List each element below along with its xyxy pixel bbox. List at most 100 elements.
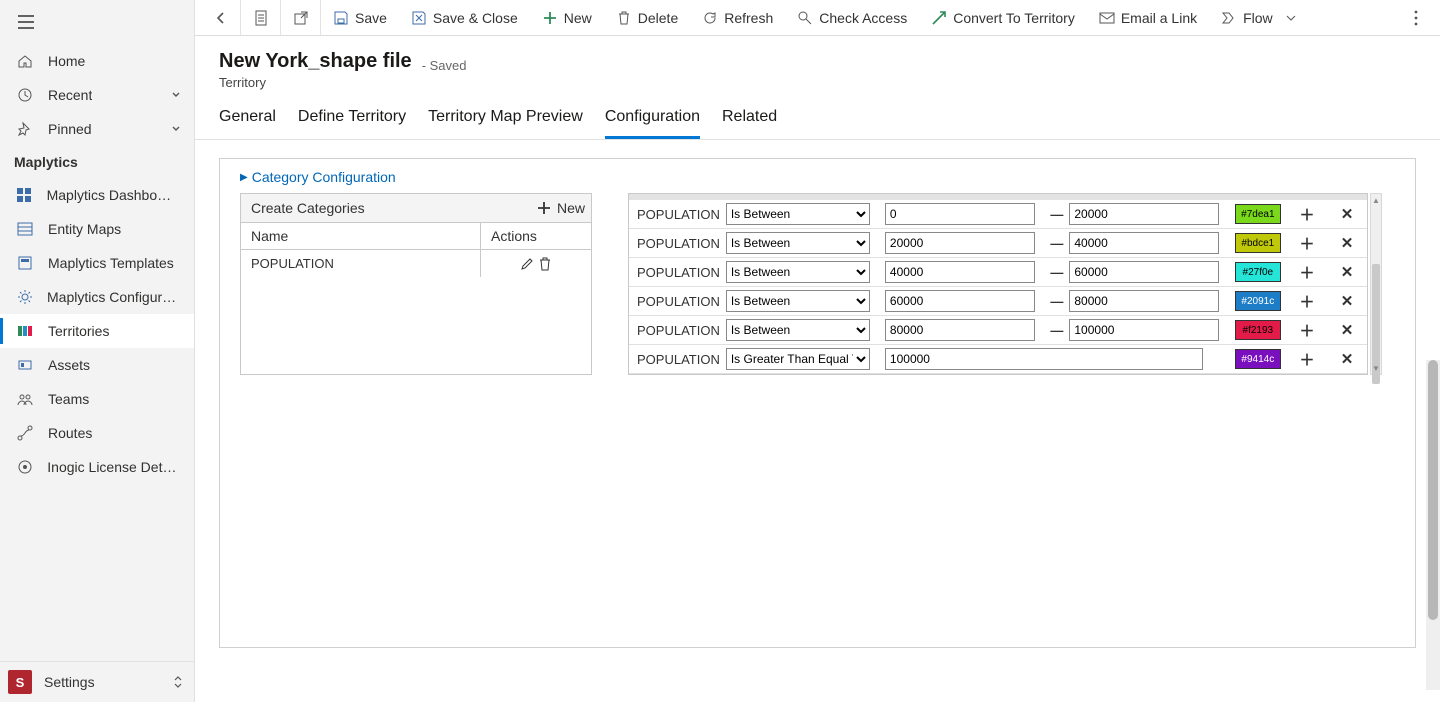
sidebar-item-entity-maps[interactable]: Entity Maps [0, 212, 194, 246]
email-link-button[interactable]: Email a Link [1087, 0, 1209, 35]
tab-related[interactable]: Related [722, 108, 777, 139]
remove-rule-button[interactable]: ✕ [1327, 194, 1367, 229]
delete-category-button[interactable] [538, 257, 552, 271]
tab-territory-map-preview[interactable]: Territory Map Preview [428, 108, 583, 139]
refresh-icon [702, 10, 718, 26]
page-scrollbar[interactable] [1426, 360, 1440, 690]
rule-row: POPULATIONIs Between—#27f0e＋✕ [629, 258, 1367, 287]
sidebar-item-territories[interactable]: Territories [0, 314, 194, 348]
add-rule-button[interactable]: ＋ [1287, 316, 1327, 345]
dash-icon: — [1047, 229, 1066, 258]
rules-scrollbar[interactable]: ▲ ▼ [1370, 193, 1382, 375]
new-button[interactable]: New [530, 0, 604, 35]
sidebar-item-recent[interactable]: Recent [0, 78, 194, 112]
add-rule-button[interactable]: ＋ [1287, 287, 1327, 316]
save-close-button[interactable]: Save & Close [399, 0, 530, 35]
rule-operator-select[interactable]: Is Greater Than Equal To [726, 348, 870, 370]
sidebar-item-assets[interactable]: Assets [0, 348, 194, 382]
record-title: New York_shape file [219, 50, 412, 73]
rule-row: POPULATIONIs Between—#7dea1＋✕ [629, 194, 1367, 229]
sidebar-item-label: Territories [48, 323, 109, 339]
convert-territory-button[interactable]: Convert To Territory [919, 0, 1087, 35]
remove-rule-button[interactable]: ✕ [1327, 229, 1367, 258]
sidebar-item-maplytics-configurat-[interactable]: Maplytics Configurat... [0, 280, 194, 314]
chevron-down-icon [1283, 10, 1299, 26]
tab-general[interactable]: General [219, 108, 276, 139]
chevron-down-icon [170, 123, 182, 135]
sidebar-item-inogic-license-details[interactable]: Inogic License Details [0, 450, 194, 484]
add-rule-button[interactable]: ＋ [1287, 229, 1327, 258]
tab-define-territory[interactable]: Define Territory [298, 108, 406, 139]
sidebar-item-maplytics-templates[interactable]: Maplytics Templates [0, 246, 194, 280]
delete-button[interactable]: Delete [604, 0, 690, 35]
flow-button[interactable]: Flow [1209, 0, 1311, 35]
add-rule-button[interactable]: ＋ [1287, 258, 1327, 287]
rule-color-chip[interactable]: #f2193 [1235, 320, 1281, 340]
rule-from-input[interactable] [885, 319, 1035, 341]
email-link-label: Email a Link [1121, 10, 1197, 26]
hamburger-button[interactable] [0, 0, 194, 44]
rule-color-chip[interactable]: #7dea1 [1235, 204, 1281, 224]
rule-row: POPULATIONIs Between—#f2193＋✕ [629, 316, 1367, 345]
save-close-icon [411, 10, 427, 26]
rule-row: POPULATIONIs Between—#2091c＋✕ [629, 287, 1367, 316]
new-category-button[interactable]: New [537, 200, 585, 216]
rule-operator-select[interactable]: Is Between [726, 319, 870, 341]
rule-to-input[interactable] [1069, 232, 1219, 254]
rule-operator-select[interactable]: Is Between [726, 290, 870, 312]
rules-table: POPULATIONIs Between—#7dea1＋✕POPULATIONI… [628, 193, 1368, 375]
rule-from-input[interactable] [885, 232, 1035, 254]
rule-color-chip[interactable]: #9414c [1235, 349, 1281, 369]
rule-operator-select[interactable]: Is Between [726, 232, 870, 254]
refresh-button[interactable]: Refresh [690, 0, 785, 35]
plus-icon [537, 201, 551, 215]
sidebar-item-teams[interactable]: Teams [0, 382, 194, 416]
category-configuration-header[interactable]: ▶ Category Configuration [240, 169, 1415, 185]
remove-rule-button[interactable]: ✕ [1327, 258, 1367, 287]
settings-label: Settings [44, 674, 95, 690]
record-status: - Saved [422, 58, 467, 73]
scroll-down-icon: ▼ [1371, 362, 1381, 374]
settings-area-switcher[interactable]: S Settings [0, 661, 194, 702]
sidebar-item-routes[interactable]: Routes [0, 416, 194, 450]
rule-value-input[interactable] [885, 348, 1203, 370]
trash-icon [616, 10, 632, 26]
add-rule-button[interactable]: ＋ [1287, 345, 1327, 374]
rule-color-chip[interactable]: #2091c [1235, 291, 1281, 311]
rule-to-input[interactable] [1069, 290, 1219, 312]
rule-color-chip[interactable]: #bdce1 [1235, 233, 1281, 253]
page-scroll-thumb[interactable] [1428, 360, 1438, 620]
list-icon [16, 220, 34, 238]
rule-color-chip[interactable]: #27f0e [1235, 262, 1281, 282]
remove-rule-button[interactable]: ✕ [1327, 316, 1367, 345]
delete-label: Delete [638, 10, 678, 26]
rule-operator-select[interactable]: Is Between [726, 261, 870, 283]
sidebar-item-pinned[interactable]: Pinned [0, 112, 194, 146]
rule-from-input[interactable] [885, 261, 1035, 283]
rule-to-input[interactable] [1069, 319, 1219, 341]
rule-from-input[interactable] [885, 290, 1035, 312]
menu-icon [16, 12, 36, 32]
check-access-button[interactable]: Check Access [785, 0, 919, 35]
rule-to-input[interactable] [1069, 203, 1219, 225]
rule-to-input[interactable] [1069, 261, 1219, 283]
sidebar-item-label: Recent [48, 87, 92, 103]
overflow-button[interactable] [1398, 0, 1434, 35]
dashboard-icon [16, 186, 33, 204]
sidebar-item-home[interactable]: Home [0, 44, 194, 78]
sidebar-item-maplytics-dashboard-[interactable]: Maplytics Dashboard... [0, 178, 194, 212]
remove-rule-button[interactable]: ✕ [1327, 287, 1367, 316]
sidebar-item-label: Maplytics Dashboard... [47, 187, 178, 203]
rule-from-input[interactable] [885, 203, 1035, 225]
sidebar-item-label: Maplytics Configurat... [47, 289, 178, 305]
save-button[interactable]: Save [321, 0, 399, 35]
pin-icon [16, 120, 34, 138]
edit-category-button[interactable] [520, 257, 534, 271]
add-rule-button[interactable]: ＋ [1287, 194, 1327, 229]
new-window-button[interactable] [281, 0, 321, 35]
tab-configuration[interactable]: Configuration [605, 108, 700, 139]
back-button[interactable] [201, 0, 241, 35]
rule-operator-select[interactable]: Is Between [726, 203, 870, 225]
open-record-set-button[interactable] [241, 0, 281, 35]
remove-rule-button[interactable]: ✕ [1327, 345, 1367, 374]
